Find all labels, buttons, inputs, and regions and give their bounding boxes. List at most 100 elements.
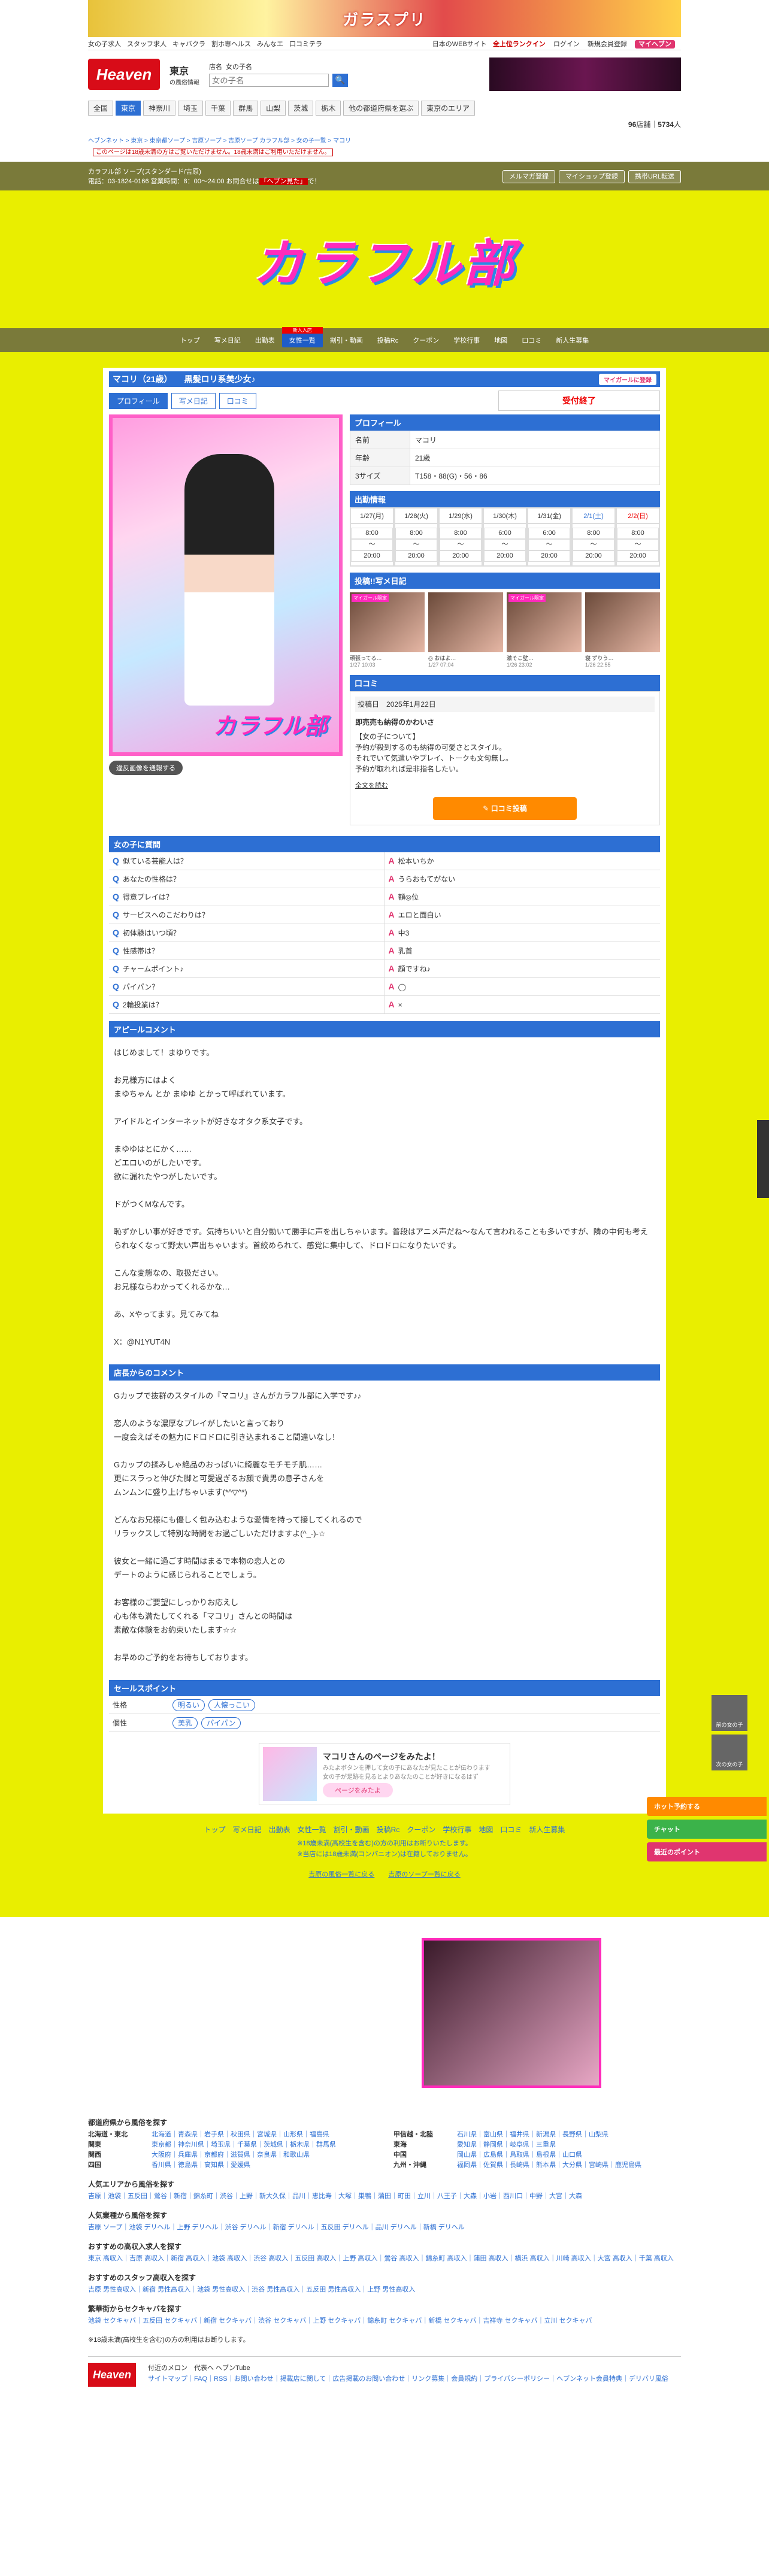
area-tab[interactable]: 他の都道府県を選ぶ: [343, 101, 419, 116]
area-tab[interactable]: 群馬: [233, 101, 259, 116]
review-more-link[interactable]: 全文を読む: [355, 780, 655, 791]
region-links[interactable]: 大阪府｜兵庫県｜京都府｜滋賀県｜奈良県｜和歌山県: [152, 2150, 310, 2160]
tab-diary[interactable]: 写メ日記: [171, 392, 216, 409]
shop-menu-item[interactable]: 口コミ: [514, 333, 549, 347]
diary-item[interactable]: 寝 ずりう… 1/26 22:55: [585, 592, 660, 668]
region-links[interactable]: 愛知県｜静岡県｜岐阜県｜三重県: [457, 2140, 556, 2150]
footer-logo[interactable]: Heaven: [88, 2363, 136, 2387]
site-logo[interactable]: Heaven: [88, 59, 160, 90]
area-tab[interactable]: 神奈川: [143, 101, 176, 116]
region-links[interactable]: 北海道｜青森県｜岩手県｜秋田県｜宮城県｜山形県｜福島県: [152, 2130, 329, 2140]
top-banner[interactable]: ガラスプリ: [0, 0, 769, 37]
shop-action-button[interactable]: 携帯URL転送: [628, 170, 681, 183]
sales-point-tag[interactable]: 明るい: [172, 1699, 205, 1711]
footer-menu-item[interactable]: 新人生募集: [529, 1826, 565, 1834]
footer-menu-item[interactable]: トップ: [204, 1826, 226, 1834]
footer-menu-item[interactable]: クーポン: [407, 1826, 435, 1834]
mitayo-banner[interactable]: マコリさんのページをみたよ！ みたよボタンを押して女の子にあなたが見たことが伝わ…: [259, 1743, 510, 1805]
sales-point-tag[interactable]: パイパン: [201, 1717, 241, 1729]
footer-menu-item[interactable]: 口コミ: [500, 1826, 522, 1834]
area-tab[interactable]: 全国: [88, 101, 114, 116]
diary-thumb[interactable]: マイガール限定: [350, 592, 425, 652]
mitayo-button[interactable]: ページをみたよ: [323, 1783, 393, 1797]
shop-menu-item[interactable]: 新人生募集: [549, 333, 596, 347]
footer-menu-item[interactable]: 女性一覧: [298, 1826, 326, 1834]
area-tab[interactable]: 東京: [116, 101, 141, 116]
area-tab[interactable]: 東京のエリア: [421, 101, 476, 116]
login-link[interactable]: ログイン: [553, 41, 580, 48]
footer-line1[interactable]: 付近のメロン 代表へ ヘブンTube: [148, 2363, 668, 2374]
register-link[interactable]: 新規会員登録: [588, 41, 627, 48]
footer-menu-item[interactable]: 地図: [479, 1826, 493, 1834]
footer-menu-item[interactable]: 投稿Rc: [377, 1826, 400, 1834]
footer-menu-item[interactable]: 出勤表: [269, 1826, 290, 1834]
diary-item[interactable]: マイガール限定 激そこ壁… 1/26 23:02: [507, 592, 582, 668]
shop-menu-item[interactable]: 学校行事: [446, 333, 487, 347]
site-nav-link[interactable]: 口コミテラ: [289, 41, 322, 48]
sekukyaba-links[interactable]: 池袋 セクキャバ｜五反田 セクキャバ｜新宿 セクキャバ｜渋谷 セクキャバ｜上野 …: [88, 2316, 681, 2326]
popular-type-links[interactable]: 吉原 ソープ｜池袋 デリヘル｜上野 デリヘル｜渋谷 デリヘル｜新宿 デリヘル｜五…: [88, 2223, 681, 2233]
area-tab[interactable]: 千葉: [205, 101, 231, 116]
shop-logo[interactable]: カラフル部: [0, 190, 769, 328]
footer-menu-item[interactable]: 学校行事: [443, 1826, 471, 1834]
post-review-button[interactable]: ✎ 口コミ投稿: [433, 797, 577, 820]
region-links[interactable]: 石川県｜富山県｜福井県｜新潟県｜長野県｜山梨県: [457, 2130, 608, 2140]
shop-action-button[interactable]: マイショップ登録: [558, 170, 625, 183]
sales-point-tag[interactable]: 人懐っこい: [208, 1699, 256, 1711]
footer-menu-item[interactable]: 割引・動画: [334, 1826, 370, 1834]
side-share-bar[interactable]: [757, 1120, 769, 1198]
region-links[interactable]: 香川県｜徳島県｜高知県｜愛媛県: [152, 2160, 250, 2171]
shop-menu-item[interactable]: トップ: [173, 333, 207, 347]
next-girl-button[interactable]: 次の女の子: [712, 1735, 747, 1770]
hot-reserve-button[interactable]: ホット予約する: [647, 1797, 767, 1816]
diary-thumb[interactable]: [585, 592, 660, 652]
region-links[interactable]: 岡山県｜広島県｜鳥取県｜島根県｜山口県: [457, 2150, 582, 2160]
recommend-staff-links[interactable]: 吉原 男性高収入｜新宿 男性高収入｜池袋 男性高収入｜渋谷 男性高収入｜五反田 …: [88, 2285, 681, 2295]
recent-points-button[interactable]: 最近のポイント: [647, 1842, 767, 1861]
recommend-job-links[interactable]: 東京 高収入｜吉原 高収入｜新宿 高収入｜池袋 高収入｜渋谷 高収入｜五反田 高…: [88, 2254, 681, 2264]
diary-item[interactable]: マイガール限定 頑張ってる… 1/27 10:03: [350, 592, 425, 668]
bottom-ad[interactable]: [422, 1938, 601, 2088]
shop-menu-item[interactable]: 女性一覧 新人入店: [281, 327, 323, 347]
prev-girl-button[interactable]: 前の女の子: [712, 1695, 747, 1731]
search-input[interactable]: [209, 74, 329, 87]
area-tab[interactable]: 埼玉: [178, 101, 204, 116]
tab-review[interactable]: 口コミ: [219, 392, 256, 409]
shop-menu-item[interactable]: クーポン: [405, 333, 446, 347]
diary-item[interactable]: ◎ おはよ… 1/27 07:04: [428, 592, 503, 668]
site-nav-link[interactable]: スタッフ求人: [127, 41, 166, 48]
shop-menu-item[interactable]: 投稿Rc: [370, 333, 405, 347]
myheaven-button[interactable]: マイヘブン: [635, 40, 675, 49]
tab-profile[interactable]: プロフィール: [109, 392, 168, 409]
popular-area-links[interactable]: 吉原｜池袋｜五反田｜鶯谷｜新宿｜錦糸町｜渋谷｜上野｜新大久保｜品川｜恵比寿｜大塚…: [88, 2191, 681, 2202]
footer-links[interactable]: サイトマップ｜FAQ｜RSS｜お問い合わせ｜掲載店に関して｜広告掲載のお問い合わ…: [148, 2374, 668, 2384]
area-tab[interactable]: 山梨: [261, 101, 286, 116]
site-nav-link[interactable]: キャバクラ: [172, 41, 205, 48]
site-nav-link[interactable]: 割ホ専ヘルス: [211, 41, 251, 48]
breadcrumb[interactable]: ヘブンネット > 東京 > 東京都ソープ > 吉原ソープ > 吉原ソープ カラフ…: [88, 133, 681, 162]
sales-point-tag[interactable]: 美乳: [172, 1717, 198, 1729]
mygirl-button[interactable]: マイガールに登録: [599, 373, 656, 385]
diary-thumb[interactable]: [428, 592, 503, 652]
area-tab[interactable]: 栃木: [316, 101, 341, 116]
site-nav-link[interactable]: 女の子求人: [88, 41, 121, 48]
diary-thumb[interactable]: マイガール限定: [507, 592, 582, 652]
back-type-link[interactable]: 吉原のソープ一覧に戻る: [388, 1871, 460, 1878]
report-image-button[interactable]: 違反画像を通報する: [109, 761, 183, 775]
region-links[interactable]: 福岡県｜佐賀県｜長崎県｜熊本県｜大分県｜宮崎県｜鹿児島県: [457, 2160, 641, 2171]
girl-photo[interactable]: カラフル部: [109, 414, 343, 756]
search-button[interactable]: 🔍: [332, 74, 348, 87]
region-links[interactable]: 東京都｜神奈川県｜埼玉県｜千葉県｜茨城県｜栃木県｜群馬県: [152, 2140, 336, 2150]
back-area-link[interactable]: 吉原の風俗一覧に戻る: [308, 1871, 374, 1878]
header-ad[interactable]: [489, 57, 681, 91]
top-banner-ad[interactable]: ガラスプリ: [88, 0, 681, 37]
site-nav-link[interactable]: みんなエ: [257, 41, 283, 48]
shop-menu-item[interactable]: 出勤表: [248, 333, 282, 347]
shop-menu-item[interactable]: 割引・動画: [323, 333, 370, 347]
shop-action-button[interactable]: メルマガ登録: [502, 170, 555, 183]
footer-menu-item[interactable]: 写メ日記: [233, 1826, 262, 1834]
shop-menu-item[interactable]: 写メ日記: [207, 333, 248, 347]
chat-button[interactable]: チャット: [647, 1820, 767, 1839]
shop-menu-item[interactable]: 地図: [487, 333, 514, 347]
area-tab[interactable]: 茨城: [288, 101, 314, 116]
